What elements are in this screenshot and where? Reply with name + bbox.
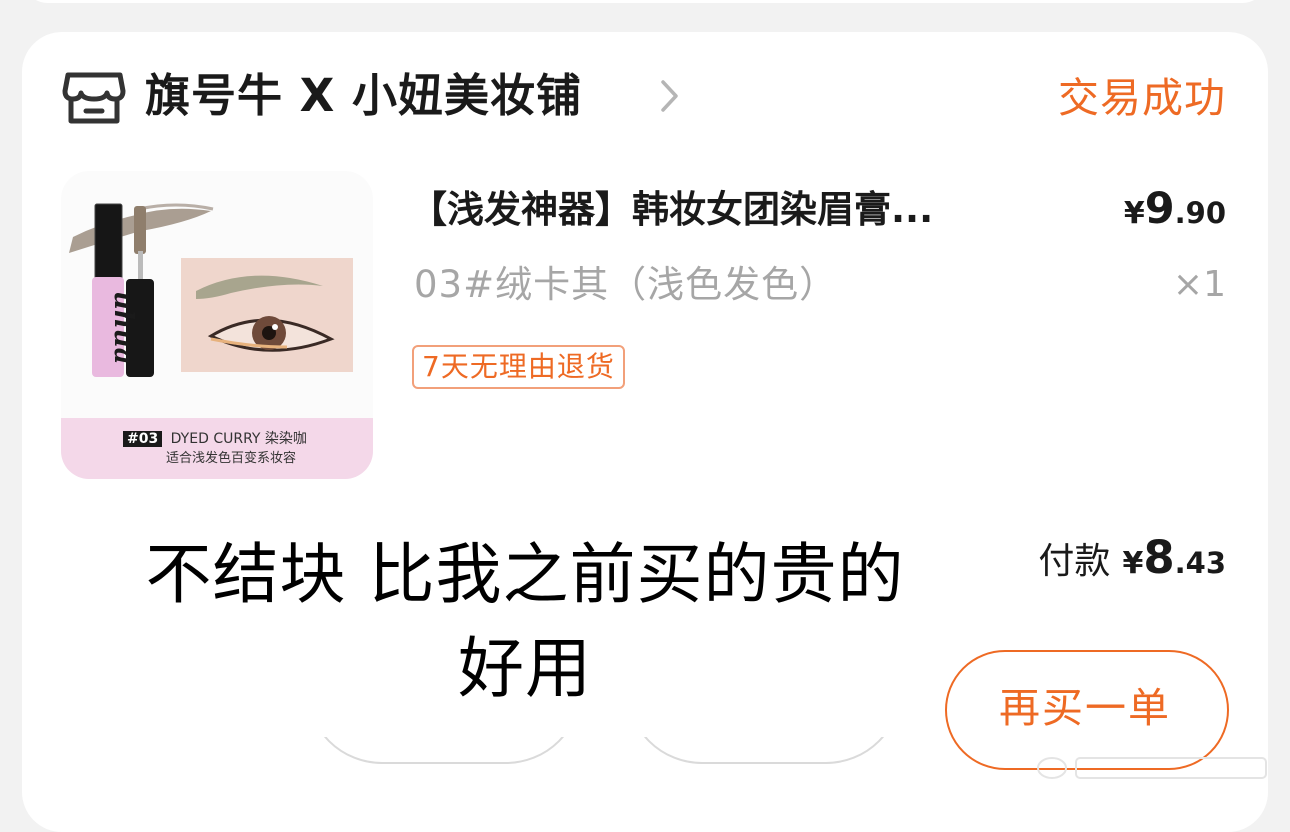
- svg-text:uhua: uhua: [108, 291, 138, 365]
- order-status: 交易成功: [1058, 74, 1226, 122]
- product-price: ¥9.90: [1123, 184, 1226, 234]
- product-title[interactable]: 【浅发神器】韩妆女团染眉膏...: [410, 180, 1070, 240]
- product-photo: uhua: [69, 203, 353, 377]
- product-image-desc: 适合浅发色百变系妆容: [166, 451, 297, 466]
- previous-order-card: [22, 0, 1268, 3]
- shop-name[interactable]: 旗号牛 X 小妞美妆铺: [145, 62, 582, 130]
- watermark: [1037, 757, 1267, 779]
- overlay-caption: 不结块 比我之前买的贵的 好用: [30, 528, 1020, 716]
- caption-line-1: 不结块 比我之前买的贵的: [145, 536, 905, 613]
- product-image[interactable]: uhua #03 DYED CURRY 染染咖 适合浅发色百变系妆容: [61, 171, 373, 479]
- store-icon: [62, 72, 126, 124]
- chevron-right-icon[interactable]: [657, 78, 681, 114]
- product-image-label: #03 DYED CURRY 染染咖: [123, 428, 307, 450]
- payment-amount: 付款 ¥8.43: [1038, 531, 1226, 584]
- caption-line-2: 好用: [458, 630, 592, 707]
- return-policy-tag: 7天无理由退货: [412, 345, 625, 389]
- product-variant: 03#绒卡其（浅色发色）: [414, 263, 838, 306]
- product-quantity: ×1: [1172, 264, 1226, 305]
